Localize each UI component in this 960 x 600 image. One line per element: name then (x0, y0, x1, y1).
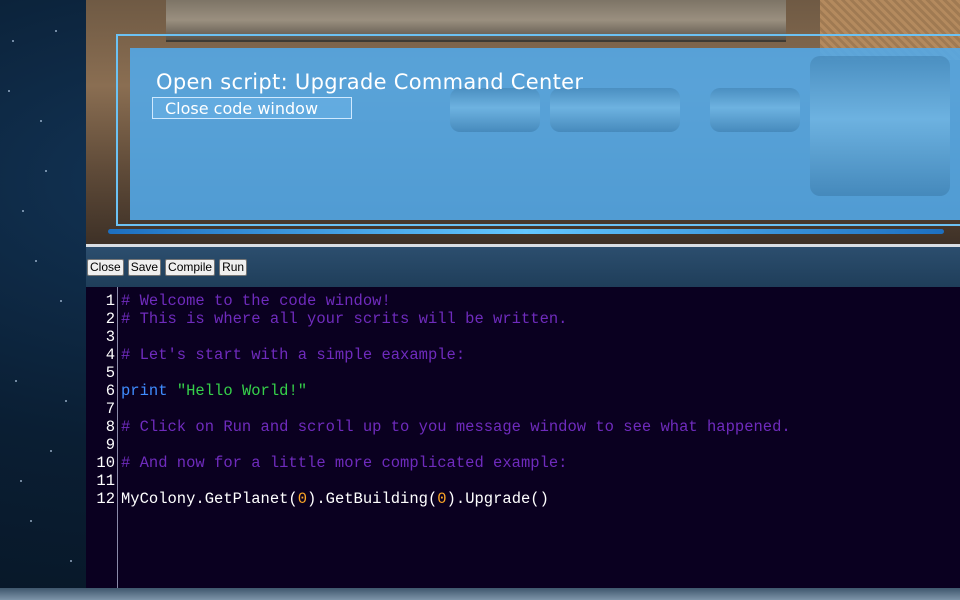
run-button[interactable]: Run (219, 259, 248, 276)
star (45, 170, 47, 172)
code-text: print "Hello World!" (121, 382, 307, 400)
code-token-comment: # And now for a little more complicated … (121, 454, 568, 472)
code-line[interactable]: 7 (86, 400, 960, 418)
compile-button[interactable]: Compile (165, 259, 216, 276)
scene-pipe (810, 56, 950, 196)
line-number: 4 (105, 346, 115, 364)
code-token-num: 0 (437, 490, 447, 508)
code-line[interactable]: 4 # Let's start with a simple eaxample: (86, 346, 960, 364)
line-number: 8 (105, 418, 115, 436)
code-token-comment: # This is where all your scrits will be … (121, 310, 568, 328)
code-line[interactable]: 9 (86, 436, 960, 454)
star (35, 260, 37, 262)
editor-toolbar: Close Save Compile Run (87, 259, 248, 276)
planet-surface (0, 588, 960, 600)
star (65, 400, 67, 402)
code-line[interactable]: 8 # Click on Run and scroll up to you mes… (86, 418, 960, 436)
star (55, 30, 57, 32)
code-line[interactable]: 10 # And now for a little more complicate… (86, 454, 960, 472)
star (12, 40, 14, 42)
star (30, 520, 32, 522)
line-number: 9 (105, 436, 115, 454)
star (15, 380, 17, 382)
star (22, 210, 24, 212)
scene-pipe (550, 88, 680, 132)
code-editor[interactable]: 1 # Welcome to the code window! 2 # This is… (86, 287, 960, 588)
code-token-plain: MyColony.GetPlanet( (121, 490, 298, 508)
code-line[interactable]: 2 # This is where all your scrits will be… (86, 310, 960, 328)
code-line[interactable]: 1 # Welcome to the code window! (86, 292, 960, 310)
code-line[interactable]: 3 (86, 328, 960, 346)
code-token-comment: # Let's start with a simple eaxample: (121, 346, 466, 364)
line-number: 6 (105, 382, 115, 400)
panel-title: Open script: Upgrade Command Center (156, 70, 584, 94)
code-text: # Let's start with a simple eaxample: (121, 346, 465, 364)
line-number: 5 (105, 364, 115, 382)
line-number: 12 (96, 490, 115, 508)
close-button[interactable]: Close (87, 259, 124, 276)
star (70, 560, 72, 562)
code-token-comment: # Welcome to the code window! (121, 292, 391, 310)
code-token-kw: print (121, 382, 168, 400)
code-line[interactable]: 11 (86, 472, 960, 490)
code-token-comment: # Click on Run and scroll up to you mess… (121, 418, 791, 436)
code-line[interactable]: 6 print "Hello World!" (86, 382, 960, 400)
code-line[interactable]: 5 (86, 364, 960, 382)
code-token-plain: ).GetBuilding( (307, 490, 438, 508)
line-number: 3 (105, 328, 115, 346)
code-token-plain: ).Upgrade() (446, 490, 549, 508)
star (20, 480, 22, 482)
scene-pipe (710, 88, 800, 132)
line-number: 10 (96, 454, 115, 472)
star (8, 90, 10, 92)
code-line[interactable]: 12 MyColony.GetPlanet(0).GetBuilding(0).U… (86, 490, 960, 508)
close-code-window-link[interactable]: Close code window (152, 97, 352, 119)
star (40, 120, 42, 122)
code-text: # And now for a little more complicated … (121, 454, 567, 472)
code-text: # Click on Run and scroll up to you mess… (121, 418, 791, 436)
line-number: 7 (105, 400, 115, 418)
code-token-str: "Hello World!" (176, 382, 308, 400)
star (60, 300, 62, 302)
line-number: 1 (105, 292, 115, 310)
scene-pipe (450, 88, 540, 132)
save-button[interactable]: Save (127, 259, 162, 276)
code-token-num: 0 (297, 490, 308, 508)
line-number: 2 (105, 310, 115, 328)
code-text: # This is where all your scrits will be … (121, 310, 567, 328)
star (50, 450, 52, 452)
code-text: # Welcome to the code window! (121, 292, 391, 310)
code-text: MyColony.GetPlanet(0).GetBuilding(0).Upg… (121, 490, 549, 508)
line-number: 11 (96, 472, 115, 490)
panel-glow-line (108, 229, 944, 234)
